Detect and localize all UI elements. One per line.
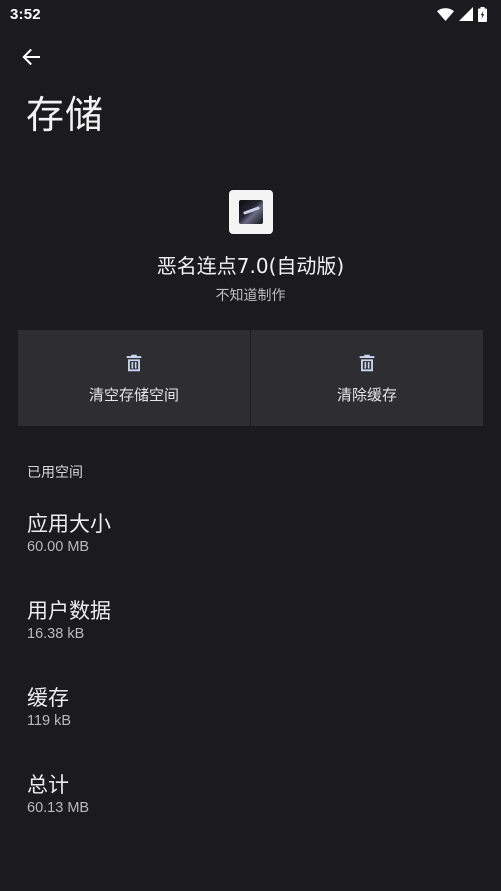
app-name: 恶名连点7.0(自动版) [156,254,345,278]
storage-item-title: 缓存 [27,686,69,710]
storage-item-title: 应用大小 [27,512,111,536]
app-size-item: 应用大小 60.00 MB [27,510,467,555]
cellular-signal-icon [459,7,473,21]
page-title: 存储 [26,93,105,137]
clear-storage-label: 清空存储空间 [88,385,179,404]
app-developer: 不知道制作 [215,288,286,304]
status-bar: 3:52 [0,0,501,28]
clear-cache-label: 清除缓存 [336,385,397,404]
storage-item-value: 60.00 MB [27,539,90,555]
clear-storage-button[interactable]: 清空存储空间 [18,330,250,426]
wifi-icon [437,7,454,21]
arrow-left-icon [21,47,41,71]
cache-item: 缓存 119 kB [27,684,467,729]
app-icon-image [238,200,263,224]
storage-actions: 清空存储空间 清除缓存 [18,330,483,426]
trash-icon [359,354,375,371]
status-icons [437,6,487,22]
trash-icon [126,354,142,371]
app-icon [228,190,273,234]
app-header: 恶名连点7.0(自动版) 不知道制作 [0,190,501,305]
total-item: 总计 60.13 MB [27,771,467,816]
storage-item-value: 119 kB [27,713,72,729]
battery-icon [478,6,487,22]
back-button[interactable] [14,42,48,76]
storage-item-value: 16.38 kB [27,626,85,642]
status-time: 3:52 [10,5,41,23]
clear-cache-button[interactable]: 清除缓存 [250,330,483,426]
storage-item-title: 总计 [27,773,69,797]
storage-item-value: 60.13 MB [27,800,90,816]
user-data-item: 用户数据 16.38 kB [27,597,467,642]
used-space-section-label: 已用空间 [27,465,83,481]
storage-item-title: 用户数据 [27,599,111,623]
